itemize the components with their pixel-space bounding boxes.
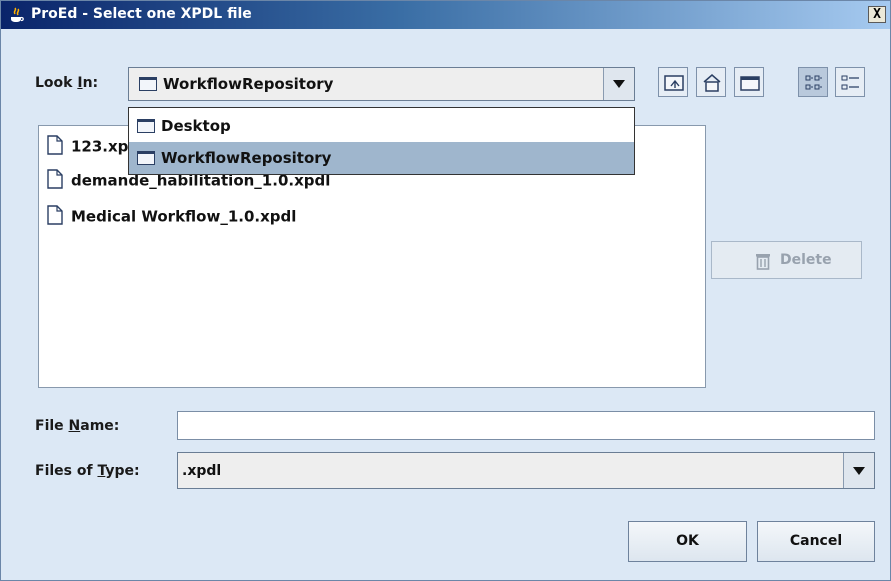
cancel-button[interactable]: Cancel (757, 521, 875, 562)
dropdown-item-workflowrepository[interactable]: WorkflowRepository (129, 142, 634, 174)
details-view-icon (841, 75, 859, 90)
list-view-icon (805, 75, 822, 90)
file-icon (47, 169, 63, 189)
list-view-button[interactable] (798, 67, 828, 97)
delete-label: Delete (780, 252, 832, 268)
close-button[interactable]: X (868, 6, 886, 23)
file-icon (47, 205, 63, 225)
files-of-type-label: Files of Type: (35, 463, 140, 479)
file-icon (47, 135, 63, 155)
new-folder-button[interactable] (734, 67, 764, 97)
new-folder-icon (740, 76, 760, 91)
file-name-input[interactable] (177, 411, 875, 440)
file-name: Medical Workflow_1.0.xpdl (71, 207, 297, 226)
chevron-down-icon[interactable] (603, 68, 634, 100)
file-name: 123.xp (71, 137, 129, 156)
home-button[interactable] (696, 67, 726, 97)
folder-icon (137, 118, 155, 133)
window-title: ProEd - Select one XPDL file (31, 6, 252, 22)
title-bar[interactable]: ProEd - Select one XPDL file X (1, 1, 890, 29)
dropdown-item-desktop[interactable]: Desktop (129, 110, 634, 142)
files-of-type-combo[interactable]: .xpdl (177, 452, 875, 489)
files-of-type-value: .xpdl (182, 462, 222, 479)
chevron-down-icon[interactable] (843, 453, 874, 488)
java-icon (11, 7, 24, 22)
up-folder-icon (664, 75, 684, 91)
folder-icon (137, 150, 155, 165)
details-view-button[interactable] (835, 67, 865, 97)
look-in-combo[interactable]: WorkflowRepository (128, 67, 635, 101)
file-name-label: File Name: (35, 418, 120, 434)
list-item[interactable]: Medical Workflow_1.0.xpdl (47, 205, 297, 227)
up-folder-button[interactable] (658, 67, 688, 97)
file-chooser-dialog: ProEd - Select one XPDL file X Look In: … (0, 0, 891, 581)
folder-icon (139, 76, 157, 91)
look-in-value: WorkflowRepository (163, 75, 334, 93)
look-in-label: Look In: (35, 75, 99, 91)
delete-button[interactable]: Delete (711, 241, 862, 279)
list-item[interactable]: 123.xp (47, 135, 129, 157)
look-in-dropdown[interactable]: Desktop WorkflowRepository (128, 107, 635, 175)
ok-button[interactable]: OK (628, 521, 747, 562)
trash-icon (756, 254, 770, 270)
home-icon (703, 74, 721, 92)
